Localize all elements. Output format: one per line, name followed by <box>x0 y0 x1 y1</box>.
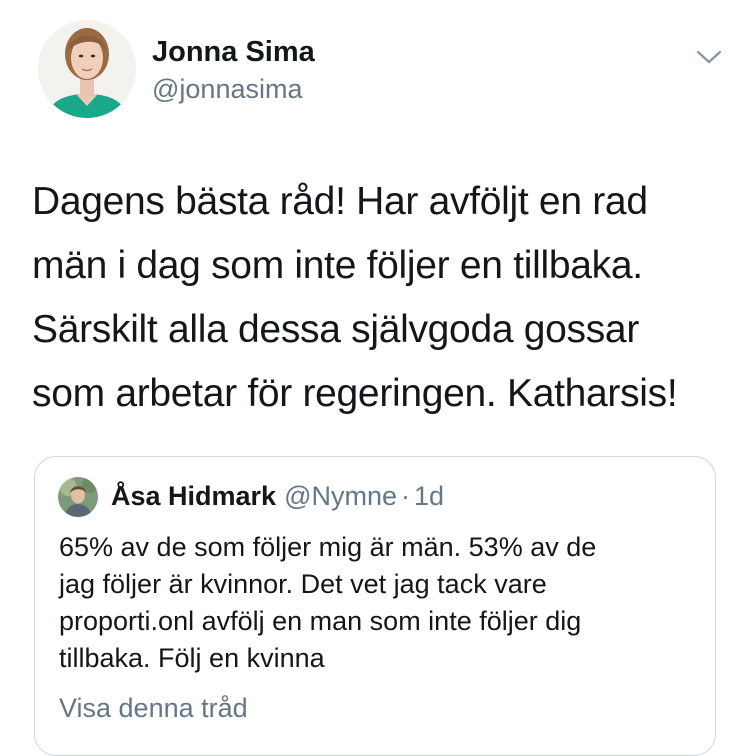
quoted-text-line: tillbaka. Följ en kvinna <box>59 643 325 673</box>
quoted-profile-photo-icon <box>58 477 98 517</box>
quoted-timestamp[interactable]: 1d <box>414 481 444 511</box>
show-thread-link[interactable]: Visa denna tråd <box>59 693 248 724</box>
tweet: Jonna Sima @jonnasima Dagens bästa råd! … <box>0 0 750 756</box>
quoted-tweet-card[interactable]: Åsa Hidmark @Nymne · 1d 65% av de som följe… <box>34 456 716 756</box>
tweet-menu-button[interactable] <box>692 42 726 72</box>
tweet-text-line: som arbetar för regeringen. Katharsis! <box>32 372 678 415</box>
quoted-author-avatar[interactable] <box>58 477 98 517</box>
tweet-text: Dagens bästa råd! Har avföljt en rad män… <box>32 170 732 426</box>
tweet-text-line: män i dag som inte följer en tillbaka. <box>32 244 643 287</box>
quoted-author-handle[interactable]: @Nymne <box>284 481 397 511</box>
quoted-text-line: 65% av de som följer mig är män. 53% av … <box>59 532 597 562</box>
profile-photo-icon <box>38 20 136 118</box>
tweet-text-line: Särskilt alla dessa självgoda gossar <box>32 308 640 351</box>
quoted-tweet-text: 65% av de som följer mig är män. 53% av … <box>59 529 699 677</box>
quoted-header: Åsa Hidmark @Nymne · 1d <box>111 481 444 512</box>
author-avatar[interactable] <box>38 20 136 118</box>
chevron-down-icon <box>696 50 722 64</box>
quoted-separator: · <box>401 481 411 511</box>
tweet-text-line: Dagens bästa råd! Har avföljt en rad <box>32 180 648 223</box>
author-name[interactable]: Jonna Sima <box>152 36 315 69</box>
quoted-text-line: jag följer är kvinnor. Det vet jag tack … <box>59 569 547 599</box>
author-handle[interactable]: @jonnasima <box>152 74 302 105</box>
quoted-author-name[interactable]: Åsa Hidmark <box>111 481 276 511</box>
quoted-text-line: proporti.onl avfölj en man som inte följ… <box>59 606 582 636</box>
